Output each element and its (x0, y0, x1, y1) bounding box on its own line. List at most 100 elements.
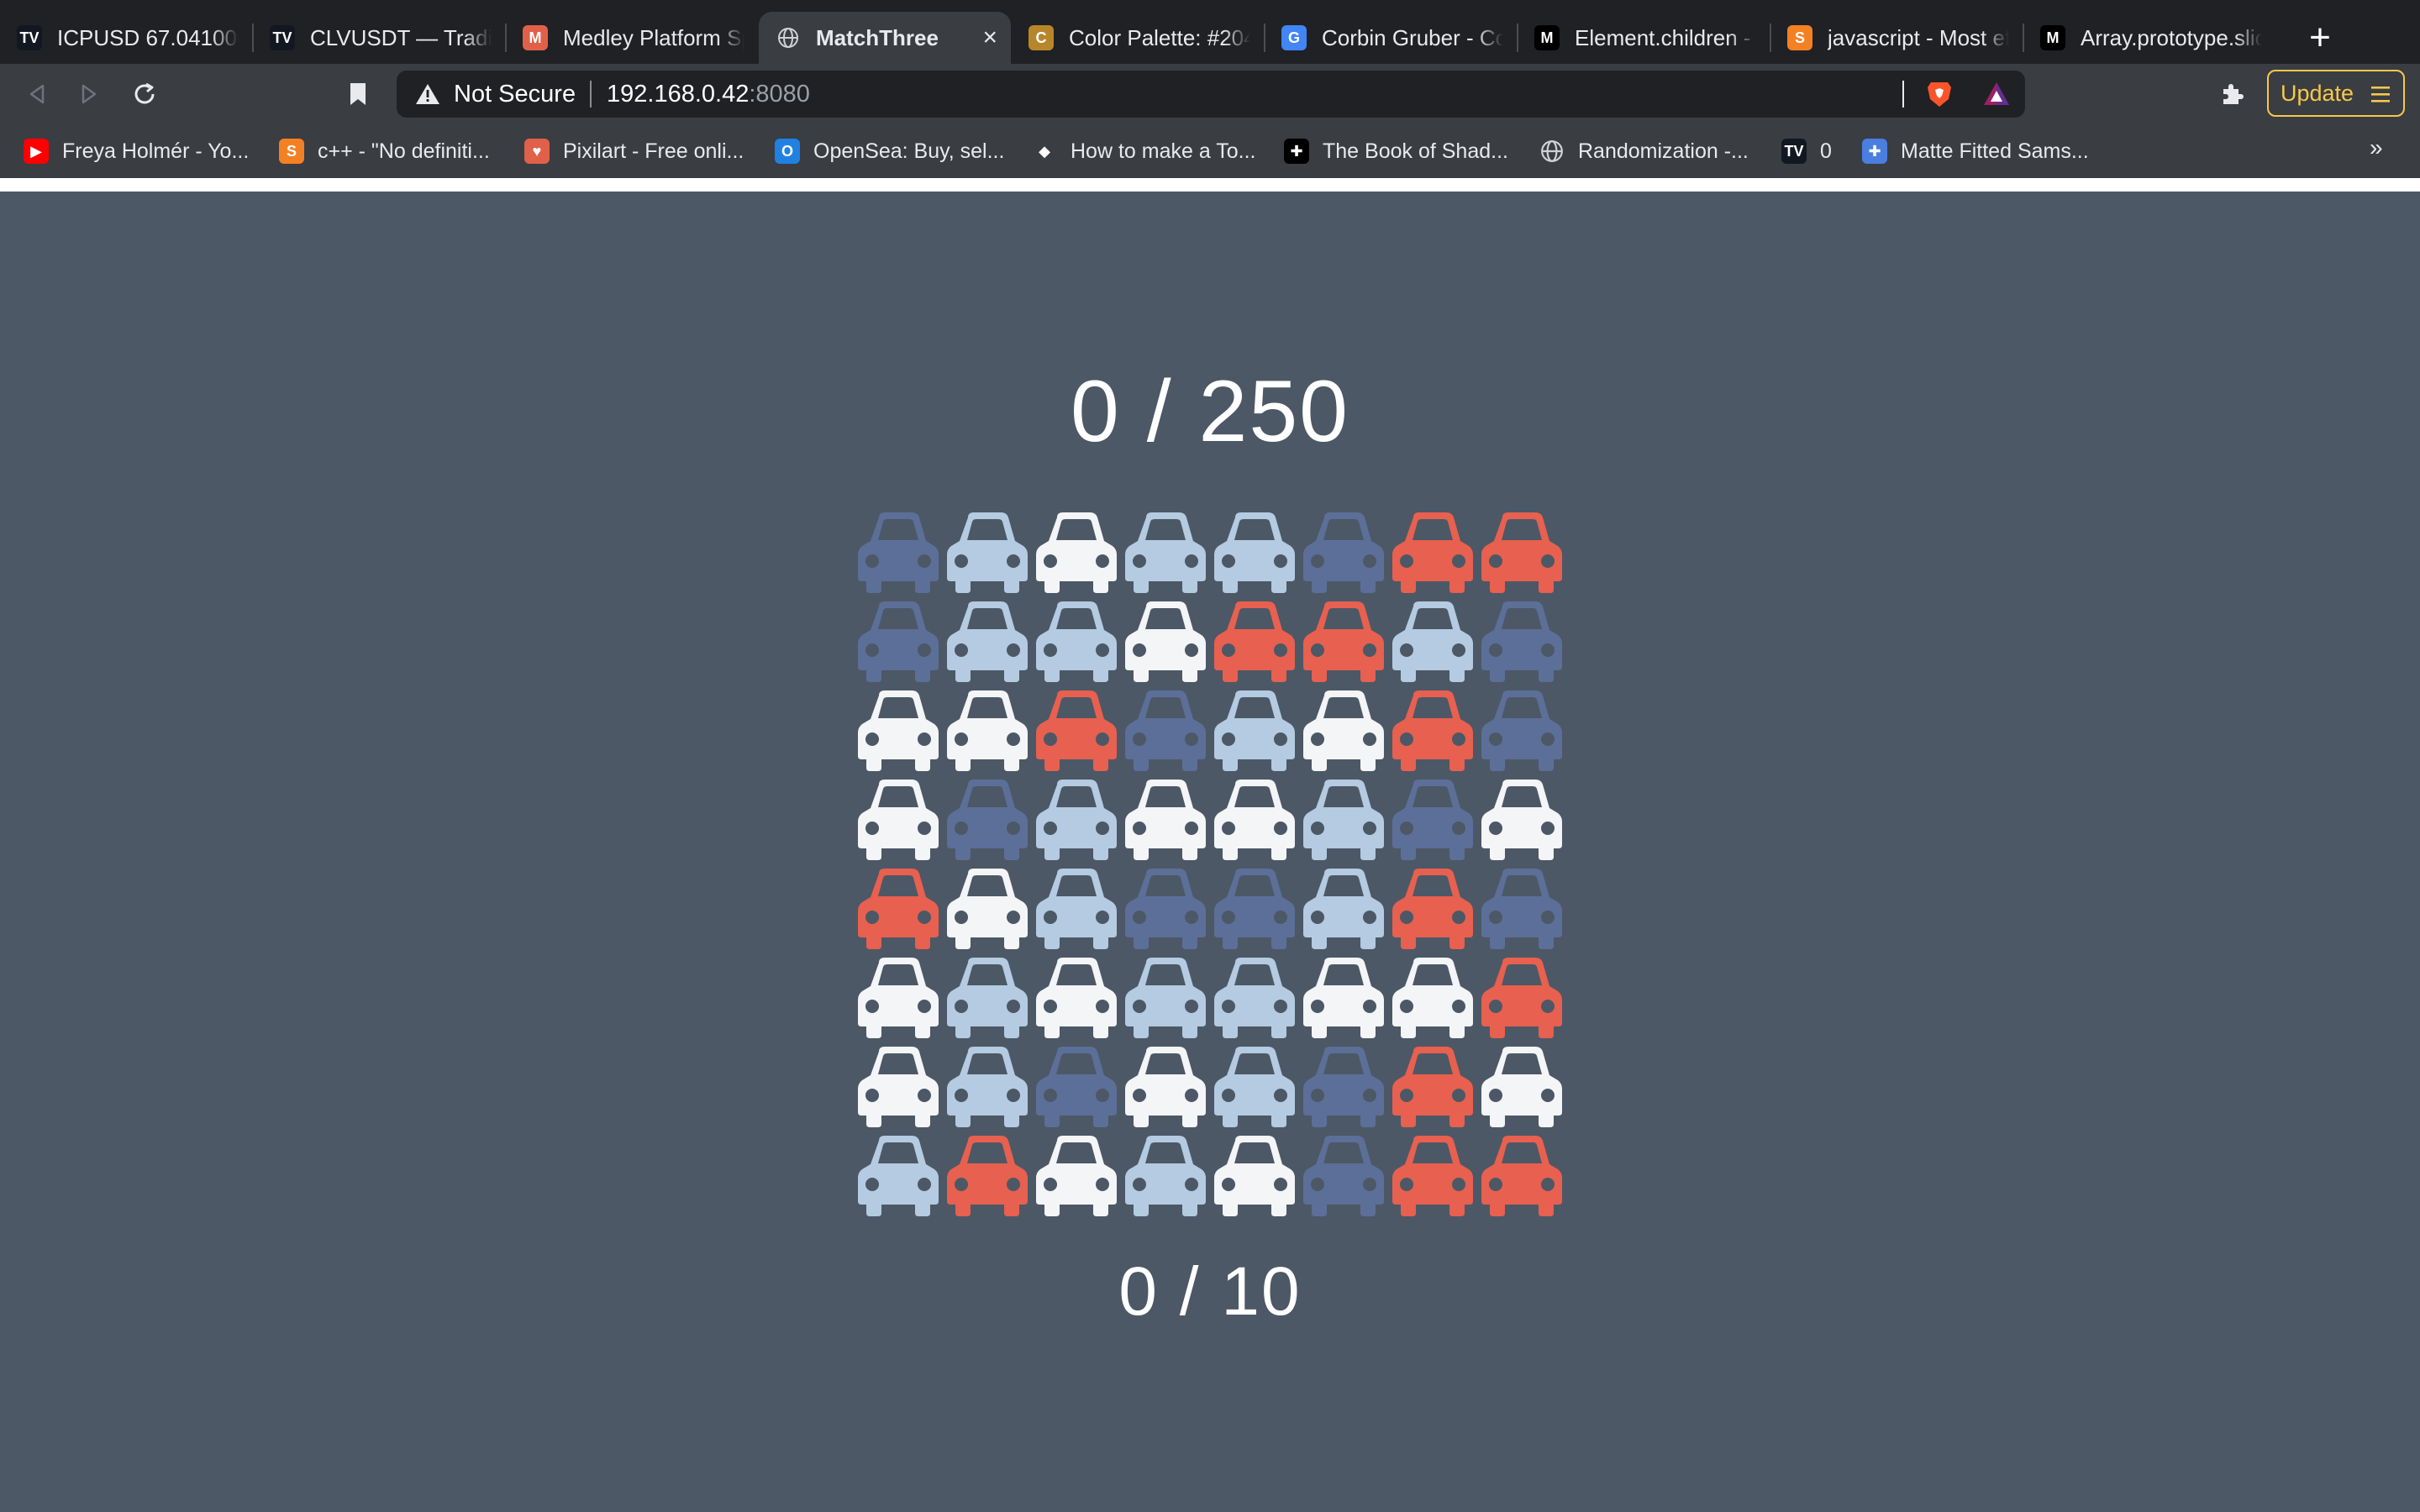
board-tile[interactable] (1032, 773, 1121, 862)
board-tile[interactable] (854, 684, 943, 773)
board-tile[interactable] (1388, 951, 1477, 1040)
board-tile[interactable] (854, 951, 943, 1040)
address-bar[interactable]: Not Secure 192.168.0.42:8080 (397, 71, 2025, 118)
board-tile[interactable] (1477, 773, 1566, 862)
board-tile[interactable] (1210, 951, 1299, 1040)
browser-tab[interactable]: M Array.prototype.slice (2023, 12, 2275, 64)
url-text[interactable]: 192.168.0.42:8080 (607, 81, 810, 108)
board-tile[interactable] (1477, 862, 1566, 951)
board-tile[interactable] (1032, 684, 1121, 773)
board-tile[interactable] (854, 773, 943, 862)
bookmark-item[interactable]: TV 0 (1781, 136, 1832, 166)
reload-button[interactable] (126, 76, 163, 113)
close-tab-icon[interactable]: × (982, 24, 997, 52)
board-tile[interactable] (1121, 506, 1210, 595)
board-tile[interactable] (1210, 773, 1299, 862)
board-tile[interactable] (1032, 595, 1121, 684)
board-tile[interactable] (1210, 1129, 1299, 1218)
bookmark-item[interactable]: Randomization -... (1539, 136, 1749, 166)
board-tile[interactable] (1032, 506, 1121, 595)
board-tile[interactable] (1299, 1040, 1388, 1129)
board-tile[interactable] (1121, 862, 1210, 951)
board-tile[interactable] (1210, 684, 1299, 773)
board-tile[interactable] (1388, 773, 1477, 862)
board-tile[interactable] (943, 1040, 1032, 1129)
browser-tab[interactable]: TV CLVUSDT — Trading (253, 12, 505, 64)
board-tile[interactable] (1477, 1129, 1566, 1218)
bookmark-item[interactable]: ✚ Matte Fitted Sams... (1862, 136, 2089, 166)
car-icon (1036, 869, 1117, 949)
board-tile[interactable] (1299, 951, 1388, 1040)
brave-shields-icon[interactable] (1924, 79, 1954, 109)
bookmark-item[interactable]: ▶ Freya Holmér - Yo... (24, 136, 249, 166)
board-tile[interactable] (1477, 506, 1566, 595)
brave-rewards-icon[interactable] (1981, 79, 2012, 109)
bookmarks-overflow-button[interactable]: » (2370, 134, 2383, 161)
back-button[interactable] (18, 76, 55, 113)
board-tile[interactable] (1477, 684, 1566, 773)
bookmark-item[interactable]: ✚ The Book of Shad... (1284, 136, 1508, 166)
bookmark-item[interactable]: Sc++ - "No definiti... (279, 136, 490, 166)
game-board[interactable] (854, 506, 1566, 1218)
board-tile[interactable] (1121, 773, 1210, 862)
browser-tab[interactable]: TV ICPUSD 67.0410000 (0, 12, 252, 64)
board-tile[interactable] (943, 1129, 1032, 1218)
browser-tab[interactable]: Sjavascript - Most eff (1770, 12, 2023, 64)
board-tile[interactable] (943, 773, 1032, 862)
browser-tab[interactable]: MatchThree × (759, 12, 1011, 64)
new-tab-button[interactable]: + (2301, 18, 2339, 57)
browser-tab[interactable]: G Corbin Gruber - Coo (1265, 12, 1517, 64)
board-tile[interactable] (1121, 595, 1210, 684)
browser-tab[interactable]: M Element.children - W (1518, 12, 1770, 64)
board-tile[interactable] (1032, 862, 1121, 951)
board-tile[interactable] (1388, 684, 1477, 773)
forward-button[interactable] (71, 76, 108, 113)
update-button[interactable]: Update (2267, 70, 2405, 117)
board-tile[interactable] (1032, 1129, 1121, 1218)
board-tile[interactable] (1121, 1040, 1210, 1129)
bookmark-item[interactable]: ♥ Pixilart - Free onli... (524, 136, 744, 166)
bookmark-item[interactable]: ◆ How to make a To... (1032, 136, 1255, 166)
board-tile[interactable] (1032, 1040, 1121, 1129)
board-tile[interactable] (1299, 506, 1388, 595)
board-tile[interactable] (943, 506, 1032, 595)
board-tile[interactable] (1210, 506, 1299, 595)
board-tile[interactable] (1299, 595, 1388, 684)
board-tile[interactable] (1299, 862, 1388, 951)
board-tile[interactable] (943, 595, 1032, 684)
board-tile[interactable] (1299, 1129, 1388, 1218)
board-tile[interactable] (1388, 1040, 1477, 1129)
security-label[interactable]: Not Secure (454, 81, 576, 108)
extensions-icon[interactable] (2218, 81, 2245, 108)
browser-tab[interactable]: C Color Palette: #2040 (1012, 12, 1264, 64)
board-tile[interactable] (1388, 1129, 1477, 1218)
board-tile[interactable] (854, 506, 943, 595)
board-tile[interactable] (1388, 862, 1477, 951)
board-tile[interactable] (854, 595, 943, 684)
bookmark-item[interactable]: O OpenSea: Buy, sel... (775, 136, 1004, 166)
board-tile[interactable] (1299, 773, 1388, 862)
board-tile[interactable] (943, 951, 1032, 1040)
board-tile[interactable] (1121, 1129, 1210, 1218)
board-tile[interactable] (1477, 1040, 1566, 1129)
board-tile[interactable] (1388, 506, 1477, 595)
board-tile[interactable] (1210, 862, 1299, 951)
board-tile[interactable] (1210, 1040, 1299, 1129)
board-tile[interactable] (1299, 684, 1388, 773)
board-tile[interactable] (1032, 951, 1121, 1040)
board-tile[interactable] (854, 1040, 943, 1129)
warning-icon[interactable] (415, 82, 440, 106)
board-tile[interactable] (1210, 595, 1299, 684)
board-tile[interactable] (854, 1129, 943, 1218)
board-tile[interactable] (854, 862, 943, 951)
bookmark-button[interactable] (339, 76, 376, 113)
board-tile[interactable] (1477, 595, 1566, 684)
board-tile[interactable] (1121, 951, 1210, 1040)
board-tile[interactable] (1388, 595, 1477, 684)
board-tile[interactable] (943, 684, 1032, 773)
browser-tab[interactable]: M Medley Platform Spr (506, 12, 758, 64)
board-tile[interactable] (1477, 951, 1566, 1040)
board-tile[interactable] (1121, 684, 1210, 773)
mdn-icon: M (2040, 25, 2065, 50)
board-tile[interactable] (943, 862, 1032, 951)
